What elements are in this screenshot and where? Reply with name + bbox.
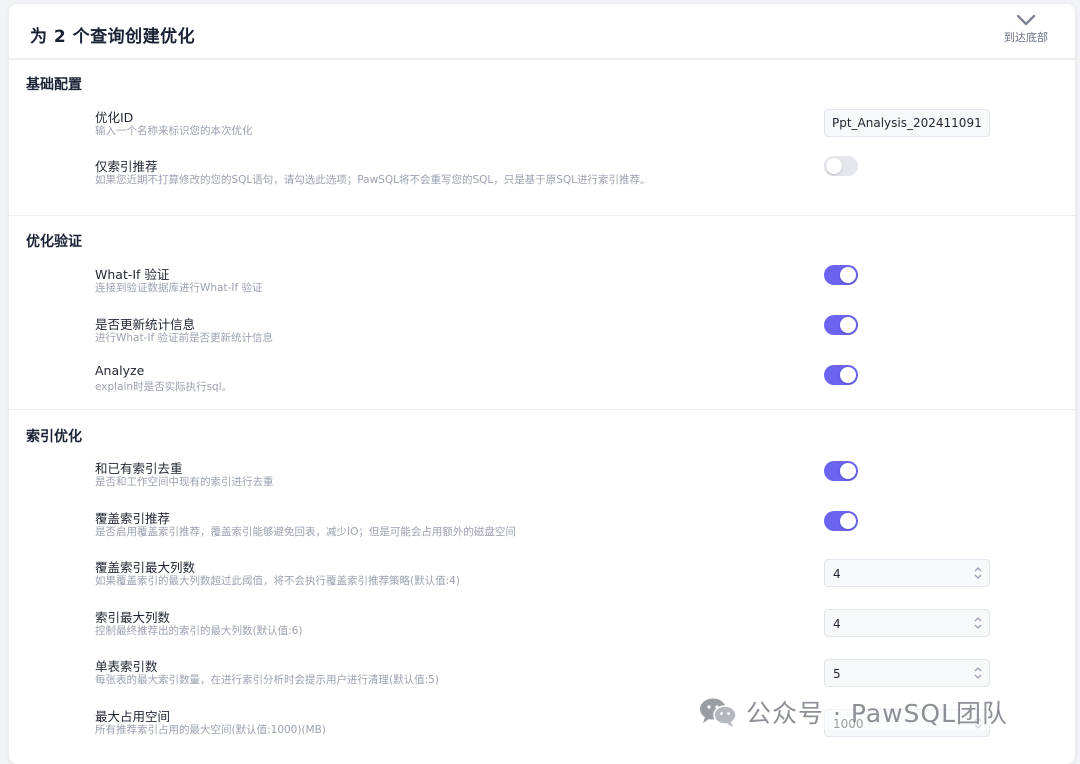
panel-header: 为 2 个查询创建优化 到达底部 — [9, 4, 1075, 60]
stepper-value: 4 — [833, 567, 841, 581]
setting-dedup: 和已有索引去重 是否和工作空间中现有的索引进行去重 — [9, 458, 1075, 494]
setting-description: 输入一个名称来标识您的本次优化 — [95, 125, 253, 137]
covering-max-cols-stepper[interactable]: 4 — [824, 559, 990, 587]
stepper-arrows-icon[interactable] — [973, 566, 983, 580]
setting-description: 每张表的最大索引数量，在进行索引分析时会提示用户进行清理(默认值:5) — [95, 674, 439, 686]
section-title-verify: 优化验证 — [26, 234, 82, 250]
whatif-toggle[interactable] — [824, 265, 858, 285]
toggle-knob — [826, 158, 842, 174]
optimization-id-input[interactable] — [824, 109, 990, 137]
setting-description: 进行What-If 验证前是否更新统计信息 — [95, 332, 274, 344]
toggle-knob — [840, 513, 856, 529]
setting-description: 控制最终推荐出的索引的最大列数(默认值:6) — [95, 625, 303, 637]
section-verify: 优化验证 What-If 验证 连接到验证数据库进行What-If 验证 是否更… — [9, 216, 1075, 410]
section-title-basic: 基础配置 — [26, 77, 82, 93]
setting-description: explain时是否实际执行sql。 — [95, 381, 233, 393]
stepper-arrows-icon[interactable] — [973, 616, 983, 630]
watermark-text: 公众号 · PawSQL团队 — [746, 699, 1009, 728]
toggle-knob — [840, 463, 856, 479]
setting-index-max-cols: 索引最大列数 控制最终推荐出的索引的最大列数(默认值:6) 4 — [9, 607, 1075, 643]
setting-covering-max-cols: 覆盖索引最大列数 如果覆盖索引的最大列数超过此阈值，将不会执行覆盖索引推荐策略(… — [9, 557, 1075, 593]
analyze-toggle[interactable] — [824, 365, 858, 385]
setting-description: 所有推荐索引占用的最大空间(默认值:1000)(MB) — [95, 724, 326, 736]
page-title: 为 2 个查询创建优化 — [30, 27, 196, 47]
stepper-arrows-icon[interactable] — [973, 666, 983, 680]
index-only-toggle[interactable] — [824, 156, 858, 176]
setting-description: 如果覆盖索引的最大列数超过此阈值，将不会执行覆盖索引推荐策略(默认值:4) — [95, 575, 460, 587]
setting-description: 是否启用覆盖索引推荐，覆盖索引能够避免回表，减少IO；但是可能会占用额外的磁盘空… — [95, 526, 516, 538]
table-index-count-stepper[interactable]: 5 — [824, 659, 990, 687]
toggle-knob — [840, 317, 856, 333]
watermark: 公众号 · PawSQL团队 — [694, 694, 1013, 730]
setting-covering: 覆盖索引推荐 是否启用覆盖索引推荐，覆盖索引能够避免回表，减少IO；但是可能会占… — [9, 508, 1075, 544]
toggle-knob — [840, 267, 856, 283]
scroll-to-bottom-button[interactable]: 到达底部 — [999, 14, 1053, 45]
setting-table-index-count: 单表索引数 每张表的最大索引数量，在进行索引分析时会提示用户进行清理(默认值:5… — [9, 656, 1075, 692]
setting-optimization-id: 优化ID 输入一个名称来标识您的本次优化 — [9, 107, 1075, 143]
chevron-down-icon — [1016, 14, 1036, 26]
setting-description: 是否和工作空间中现有的索引进行去重 — [95, 476, 274, 488]
setting-description: 如果您近期不打算修改的您的SQL语句，请勾选此选项；PawSQL将不会重写您的S… — [95, 174, 651, 186]
setting-description: 连接到验证数据库进行What-If 验证 — [95, 282, 263, 294]
index-max-cols-stepper[interactable]: 4 — [824, 609, 990, 637]
update-stats-toggle[interactable] — [824, 315, 858, 335]
toggle-knob — [840, 367, 856, 383]
setting-analyze: Analyze explain时是否实际执行sql。 — [9, 363, 1075, 399]
setting-index-only: 仅索引推荐 如果您近期不打算修改的您的SQL语句，请勾选此选项；PawSQL将不… — [9, 156, 1075, 204]
setting-label: Analyze — [95, 363, 145, 378]
covering-toggle[interactable] — [824, 511, 858, 531]
optimization-config-panel: 为 2 个查询创建优化 到达底部 基础配置 优化ID 输入一个名称来标识您的本次… — [9, 4, 1075, 764]
setting-whatif: What-If 验证 连接到验证数据库进行What-If 验证 — [9, 264, 1075, 300]
scroll-to-bottom-label: 到达底部 — [1004, 31, 1048, 44]
section-basic: 基础配置 优化ID 输入一个名称来标识您的本次优化 仅索引推荐 如果您近期不打算… — [9, 60, 1075, 216]
section-title-index: 索引优化 — [26, 429, 82, 445]
setting-update-stats: 是否更新统计信息 进行What-If 验证前是否更新统计信息 — [9, 314, 1075, 350]
stepper-value: 4 — [833, 617, 841, 631]
wechat-logo-icon — [700, 698, 737, 727]
dedup-toggle[interactable] — [824, 461, 858, 481]
stepper-value: 5 — [833, 667, 841, 681]
